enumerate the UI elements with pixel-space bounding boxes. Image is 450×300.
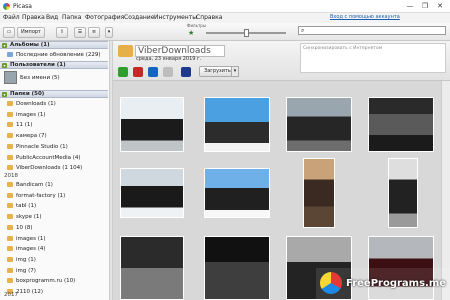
list-view-button[interactable]: ☰ — [74, 27, 86, 38]
filters-label: Фильтры — [187, 23, 206, 28]
movie-icon[interactable] — [148, 67, 158, 77]
sidebar-folder-item[interactable]: img (7) — [7, 267, 36, 275]
album-icon — [7, 52, 13, 57]
sidebar-folder-item[interactable]: 10 (8) — [7, 224, 33, 232]
menu-view[interactable]: Вид — [46, 14, 58, 21]
collapse-icon[interactable]: ▾ — [2, 92, 7, 97]
folder-icon — [7, 122, 13, 128]
menu-folder[interactable]: Папка — [62, 14, 81, 21]
photo-thumbnail[interactable] — [388, 158, 418, 228]
search-input[interactable]: ⌕ — [298, 26, 446, 35]
star-filter-icon[interactable]: ★ — [188, 29, 194, 37]
menu-edit[interactable]: Правка — [22, 14, 45, 21]
collapse-icon[interactable]: ▾ — [2, 63, 7, 68]
add-folder-button[interactable]: ▭ — [3, 27, 15, 38]
folder-icon — [7, 182, 13, 187]
folder-icon — [7, 224, 13, 230]
sidebar-folder-item[interactable]: boxprogramm.ru (10) — [7, 277, 75, 285]
folder-icon — [7, 278, 13, 284]
folder-icon — [7, 192, 13, 198]
photo-thumbnail[interactable] — [368, 97, 434, 152]
menu-tools[interactable]: Инструменты — [154, 14, 197, 21]
sidebar-folder-item[interactable]: images (4) — [7, 245, 46, 253]
menu-help[interactable]: Справка — [196, 14, 222, 21]
folder-icon — [7, 111, 13, 117]
folder-icon — [7, 165, 13, 171]
upload-icon-button[interactable]: ⇪ — [56, 27, 68, 38]
upload-dropdown-icon[interactable]: ▾ — [231, 66, 239, 77]
sidebar-item-unnamed[interactable]: Без имени (5) — [20, 74, 60, 82]
folder-icon — [7, 267, 13, 273]
photo-thumbnail[interactable] — [204, 236, 270, 300]
sidebar-folder-item[interactable]: Pinnacle Studio (1) — [7, 143, 68, 151]
folder-icon — [7, 203, 13, 209]
folder-icon — [7, 101, 13, 106]
menu-photo[interactable]: Фотография — [85, 14, 124, 21]
collapse-icon[interactable]: ▾ — [2, 43, 7, 48]
folder-description-field[interactable]: Синхронизировать с Интернетом — [300, 43, 446, 73]
maximize-button[interactable]: ❐ — [419, 1, 431, 11]
menu-create[interactable]: Создание — [124, 14, 154, 21]
sign-in-link[interactable]: Вход с помощью аккаунта — [330, 14, 400, 20]
window-title: Picasa — [13, 3, 32, 10]
sidebar-folder-item[interactable]: PublicAccountMedia (4) — [7, 154, 81, 162]
year-label: 2017 — [4, 292, 18, 298]
sidebar-folder-item[interactable]: камера (7) — [7, 132, 47, 140]
sidebar: ▾ Альбомы (1) Последние обновление (229) … — [0, 41, 110, 300]
folder-icon — [7, 235, 13, 241]
minimize-button[interactable]: — — [404, 1, 416, 11]
folder-icon — [7, 256, 13, 262]
folder-icon — [7, 133, 13, 139]
blank-icon[interactable] — [163, 67, 173, 77]
folder-icon — [7, 143, 13, 149]
albums-header[interactable]: ▾ Альбомы (1) — [0, 41, 108, 49]
watermark-text: FreePrograms.me — [346, 278, 447, 289]
photo-thumbnail[interactable] — [204, 168, 270, 218]
people-header[interactable]: ▾ Пользователи (1) — [0, 61, 108, 69]
photo-thumbnail[interactable] — [120, 168, 184, 218]
title-bar: Picasa — ❐ ✕ — [0, 0, 450, 13]
sidebar-folder-item[interactable]: images (1) — [7, 235, 46, 243]
folders-header[interactable]: ▾ Папки (50) — [0, 90, 108, 98]
folder-date: среда, 23 января 2019 г. — [136, 56, 202, 62]
save-icon[interactable] — [181, 67, 191, 77]
folder-icon — [7, 154, 13, 160]
import-button[interactable]: Импорт — [17, 27, 45, 38]
play-slideshow-icon[interactable] — [118, 67, 128, 77]
menu-file[interactable]: Файл — [3, 14, 20, 21]
picasa-logo-icon — [3, 3, 10, 10]
watermark-logo-icon — [320, 272, 342, 294]
sidebar-folder-item[interactable]: img (1) — [7, 256, 36, 264]
dropdown-button[interactable]: ▾ — [105, 27, 113, 38]
sidebar-folder-item[interactable]: Downloads (1) — [7, 100, 56, 108]
sidebar-folder-item[interactable]: images (1) — [7, 111, 46, 119]
sidebar-folder-item[interactable]: 11 (1) — [7, 121, 33, 129]
person-avatar[interactable] — [4, 71, 17, 84]
sidebar-folder-item[interactable]: tabl (1) — [7, 202, 36, 210]
sidebar-item-recent[interactable]: Последние обновление (229) — [7, 51, 100, 59]
photo-thumbnail[interactable] — [286, 97, 352, 152]
photo-thumbnail[interactable] — [120, 236, 184, 300]
folder-icon — [118, 45, 133, 57]
photo-thumbnail[interactable] — [204, 97, 270, 152]
photo-thumbnail[interactable] — [120, 97, 184, 152]
tree-view-button[interactable]: ≡ — [88, 27, 100, 38]
sidebar-folder-item[interactable]: Bandicam (1) — [7, 181, 53, 189]
search-icon: ⌕ — [301, 27, 305, 34]
sidebar-folder-item[interactable]: ViberDownloads (1 104) — [7, 164, 82, 172]
folder-icon — [7, 214, 13, 220]
close-button[interactable]: ✕ — [434, 1, 446, 11]
collage-icon[interactable] — [133, 67, 143, 77]
sidebar-folder-item[interactable]: skype (1) — [7, 213, 42, 221]
filter-slider-handle[interactable] — [244, 29, 249, 37]
year-label: 2018 — [4, 173, 18, 179]
sidebar-folder-item[interactable]: format-factory (1) — [7, 192, 65, 200]
photo-thumbnail[interactable] — [303, 158, 335, 228]
folder-icon — [7, 246, 13, 252]
